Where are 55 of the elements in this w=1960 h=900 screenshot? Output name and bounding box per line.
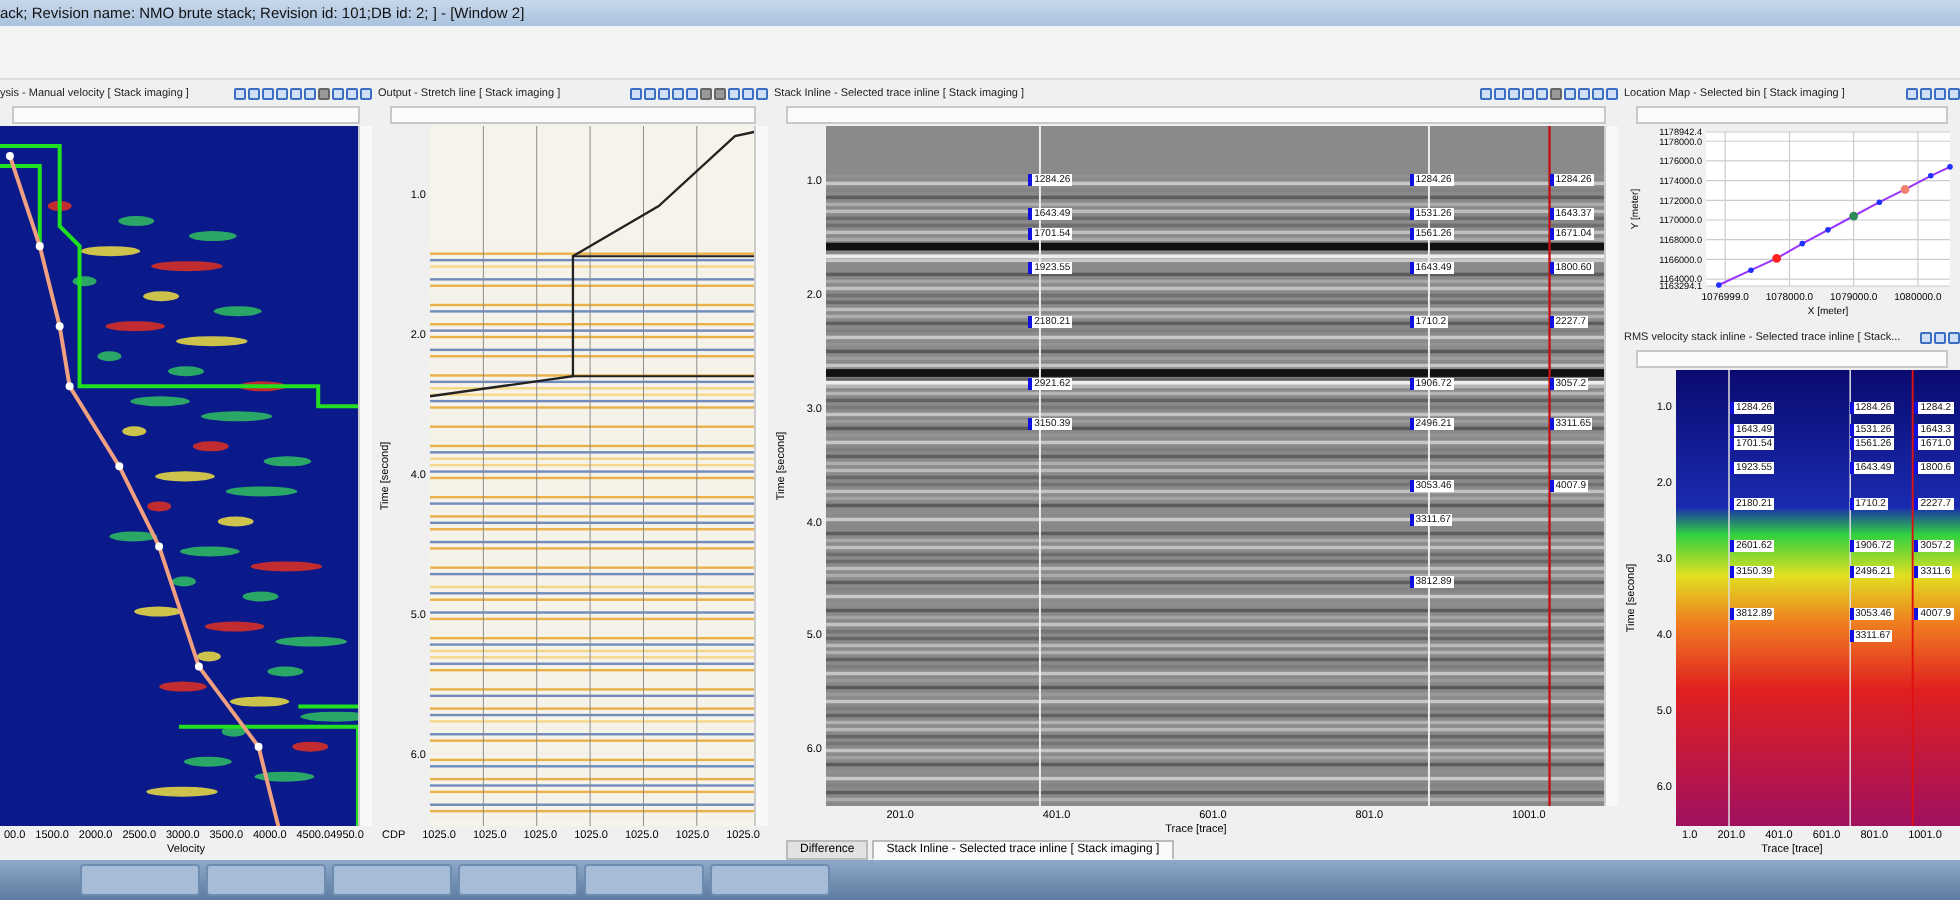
toolbar-square-icon[interactable] xyxy=(1508,88,1520,101)
toolbar-square-icon[interactable] xyxy=(714,88,726,101)
vertical-scrollbar[interactable] xyxy=(1604,126,1618,807)
toolbar-square-icon[interactable] xyxy=(644,88,656,101)
toolbar-square-icon[interactable] xyxy=(1578,88,1590,101)
vertical-scrollbar[interactable] xyxy=(754,126,768,827)
toolbar-square-icon[interactable] xyxy=(1550,88,1562,101)
toolbar-square-icon[interactable] xyxy=(1494,88,1506,101)
toolbar-square-icon[interactable] xyxy=(332,88,344,101)
horizontal-scrollbar[interactable] xyxy=(786,106,1606,125)
toolbar-square-icon[interactable] xyxy=(1948,332,1960,345)
selected-bin-dot[interactable] xyxy=(1900,185,1910,194)
selected-bin-dot[interactable] xyxy=(1849,211,1859,221)
toolbar-square-icon[interactable] xyxy=(234,88,246,101)
bin-point[interactable] xyxy=(1876,199,1883,206)
horizontal-scrollbar[interactable] xyxy=(390,106,756,125)
toolbar-square-icon[interactable] xyxy=(1592,88,1604,101)
bin-point[interactable] xyxy=(1799,240,1806,247)
toolbar-square-icon[interactable] xyxy=(318,88,330,101)
toolbar-square-icon[interactable] xyxy=(1934,88,1946,101)
bin-point[interactable] xyxy=(1947,164,1953,170)
toolbar-square-icon[interactable] xyxy=(630,88,642,101)
horizontal-scrollbar[interactable] xyxy=(1636,106,1948,125)
toolbar-square-icon[interactable] xyxy=(756,88,768,101)
toolbar-square-icon[interactable] xyxy=(658,88,670,101)
bin-point[interactable] xyxy=(1825,227,1831,233)
toolbar-square-icon[interactable] xyxy=(290,88,302,101)
toolbar-square-icon[interactable] xyxy=(1564,88,1576,101)
toolbar-square-icon[interactable] xyxy=(742,88,754,101)
toolbar-square-icon[interactable] xyxy=(360,88,372,101)
bin-point[interactable] xyxy=(1748,267,1754,274)
selected-bin-dot[interactable] xyxy=(1772,254,1782,263)
toolbar-square-icon[interactable] xyxy=(346,88,358,101)
toolbar-square-icon[interactable] xyxy=(1480,88,1492,101)
horizontal-scrollbar[interactable] xyxy=(1636,350,1948,369)
toolbar-square-icon[interactable] xyxy=(304,88,316,101)
toolbar-square-icon[interactable] xyxy=(728,88,740,101)
toolbar-square-icon[interactable] xyxy=(1920,332,1932,345)
toolbar-square-icon[interactable] xyxy=(276,88,288,101)
bin-point[interactable] xyxy=(1716,282,1722,288)
toolbar-square-icon[interactable] xyxy=(1606,88,1618,101)
toolbar-square-icon[interactable] xyxy=(1906,88,1918,101)
bin-point[interactable] xyxy=(1927,173,1934,179)
toolbar-square-icon[interactable] xyxy=(1948,88,1960,101)
toolbar-square-icon[interactable] xyxy=(1522,88,1534,101)
toolbar-square-icon[interactable] xyxy=(1920,88,1932,101)
vertical-scrollbar[interactable] xyxy=(358,126,372,827)
toolbar-square-icon[interactable] xyxy=(1536,88,1548,101)
toolbar-square-icon[interactable] xyxy=(262,88,274,101)
toolbar-square-icon[interactable] xyxy=(672,88,684,101)
toolbar-square-icon[interactable] xyxy=(686,88,698,101)
toolbar-square-icon[interactable] xyxy=(1934,332,1946,345)
horizontal-scrollbar[interactable] xyxy=(12,106,360,125)
toolbar-square-icon[interactable] xyxy=(248,88,260,101)
toolbar-square-icon[interactable] xyxy=(700,88,712,101)
